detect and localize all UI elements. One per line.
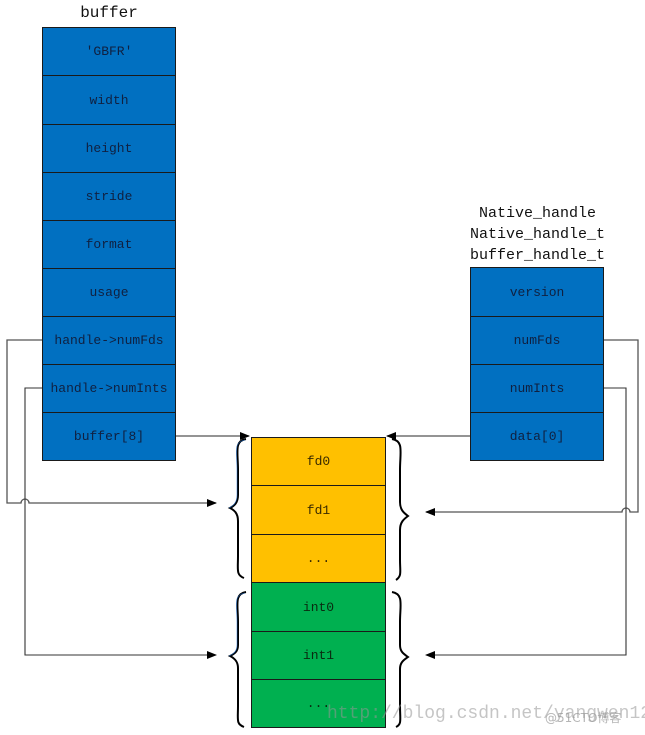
buffer-field-buffer8: buffer[8] [42,412,176,461]
right-brace-fds [391,438,410,581]
fd-cell-0: fd0 [251,437,386,486]
watermark-site: @51CTO博客 [545,711,622,725]
native-handle-title-3: buffer_handle_t [469,247,606,264]
buffer-field-numfds: handle->numFds [42,316,176,365]
native-handle-title-2: Native_handle_t [469,226,606,243]
fd-cell-more: ... [251,534,386,583]
buffer-field-stride: stride [42,172,176,221]
fd-cell-1: fd1 [251,485,386,535]
int-cell-1: int1 [251,631,386,680]
buffer-field-width: width [42,75,176,125]
buffer-field-height: height [42,124,176,173]
native-handle-title-1: Native_handle [478,205,597,222]
native-field-numfds: numFds [470,316,604,365]
left-brace-ints [227,591,247,728]
native-field-numints: numInts [470,364,604,413]
buffer-field-usage: usage [42,268,176,317]
int-cell-0: int0 [251,582,386,632]
buffer-field-magic: 'GBFR' [42,27,176,76]
buffer-field-format: format [42,220,176,269]
left-brace-fds [227,438,247,579]
native-field-version: version [470,267,604,317]
buffer-struct-title: buffer [80,4,138,22]
buffer-field-numints: handle->numInts [42,364,176,413]
native-field-data0: data[0] [470,412,604,461]
